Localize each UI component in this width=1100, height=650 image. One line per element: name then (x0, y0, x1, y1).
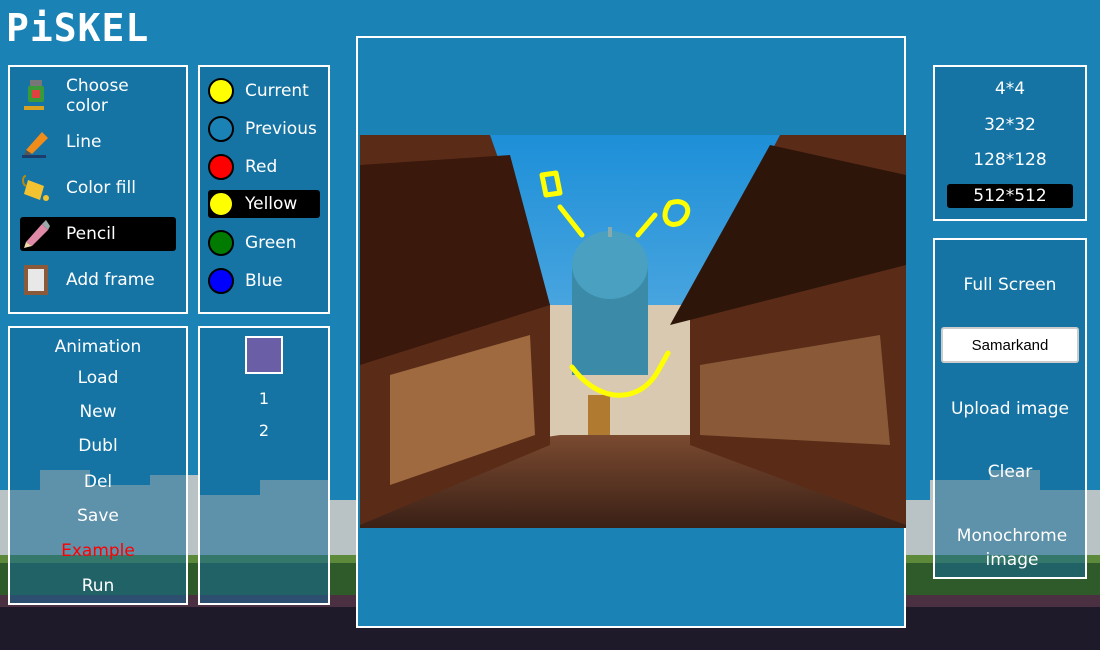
tool-pencil[interactable]: Pencil (20, 217, 176, 251)
size-512x512[interactable]: 512*512 (947, 184, 1073, 208)
color-green[interactable]: Green (208, 229, 320, 257)
size-128x128[interactable]: 128*128 (947, 148, 1073, 172)
tool-line[interactable]: Line (20, 125, 176, 159)
swatch-red (208, 154, 234, 180)
delete-button[interactable]: Del (10, 472, 186, 492)
upload-image-button[interactable]: Upload image (935, 399, 1085, 419)
frame-thumbnail[interactable] (245, 336, 283, 374)
title-input[interactable] (941, 327, 1079, 363)
color-yellow[interactable]: Yellow (208, 190, 320, 218)
monochrome-button[interactable]: Monochrome image (955, 524, 1069, 572)
marker-icon (20, 126, 52, 158)
pencil-icon (20, 218, 52, 250)
load-button[interactable]: Load (10, 368, 186, 388)
color-label: Yellow (245, 194, 298, 214)
color-red[interactable]: Red (208, 153, 320, 181)
canvas-image (360, 135, 906, 528)
save-button[interactable]: Save (10, 506, 186, 526)
color-blue[interactable]: Blue (208, 267, 320, 295)
animation-title: Animation (54, 337, 142, 357)
sizes-panel: 4*4 32*32 128*128 512*512 (933, 65, 1087, 221)
frames-panel: 1 2 (198, 326, 330, 605)
color-label: Previous (245, 119, 317, 139)
tool-label: Choose color (66, 76, 129, 116)
color-label: Current (245, 81, 309, 101)
app-logo: PiSKEL (6, 6, 150, 50)
size-32x32[interactable]: 32*32 (947, 113, 1073, 137)
frame-number-2[interactable]: 2 (200, 421, 328, 440)
actions-panel: Full Screen Upload image Clear Monochrom… (933, 238, 1087, 579)
color-picker-icon (20, 80, 52, 112)
size-4x4[interactable]: 4*4 (947, 77, 1073, 101)
paint-bucket-icon (20, 172, 52, 204)
duplicate-button[interactable]: Dubl (10, 436, 186, 456)
tool-label: Color fill (66, 178, 136, 198)
tool-label: Add frame (66, 270, 155, 290)
color-current[interactable]: Current (208, 77, 320, 105)
tool-add-frame[interactable]: Add frame (20, 263, 176, 297)
colors-panel: Current Previous Red Yellow Green Blue (198, 65, 330, 314)
tool-label: Line (66, 132, 102, 152)
clear-button[interactable]: Clear (935, 462, 1085, 482)
run-button[interactable]: Run (10, 576, 186, 596)
swatch-previous (208, 116, 234, 142)
drawing-canvas[interactable] (356, 36, 906, 628)
color-label: Red (245, 157, 278, 177)
swatch-current (208, 78, 234, 104)
frame-icon (20, 264, 52, 296)
full-screen-button[interactable]: Full Screen (935, 275, 1085, 295)
example-button[interactable]: Example (10, 541, 186, 561)
tool-color-fill[interactable]: Color fill (20, 171, 176, 205)
swatch-blue (208, 268, 234, 294)
swatch-yellow (208, 191, 234, 217)
swatch-green (208, 230, 234, 256)
new-button[interactable]: New (10, 402, 186, 422)
tools-panel: Choose color Line Color fill Pencil Add … (8, 65, 188, 314)
color-previous[interactable]: Previous (208, 115, 320, 143)
tool-choose-color[interactable]: Choose color (20, 76, 176, 116)
tool-label: Pencil (66, 224, 116, 244)
animation-panel: Animation Load New Dubl Del Save Example… (8, 326, 188, 605)
color-label: Blue (245, 271, 283, 291)
frame-number-1[interactable]: 1 (200, 389, 328, 408)
color-label: Green (245, 233, 297, 253)
